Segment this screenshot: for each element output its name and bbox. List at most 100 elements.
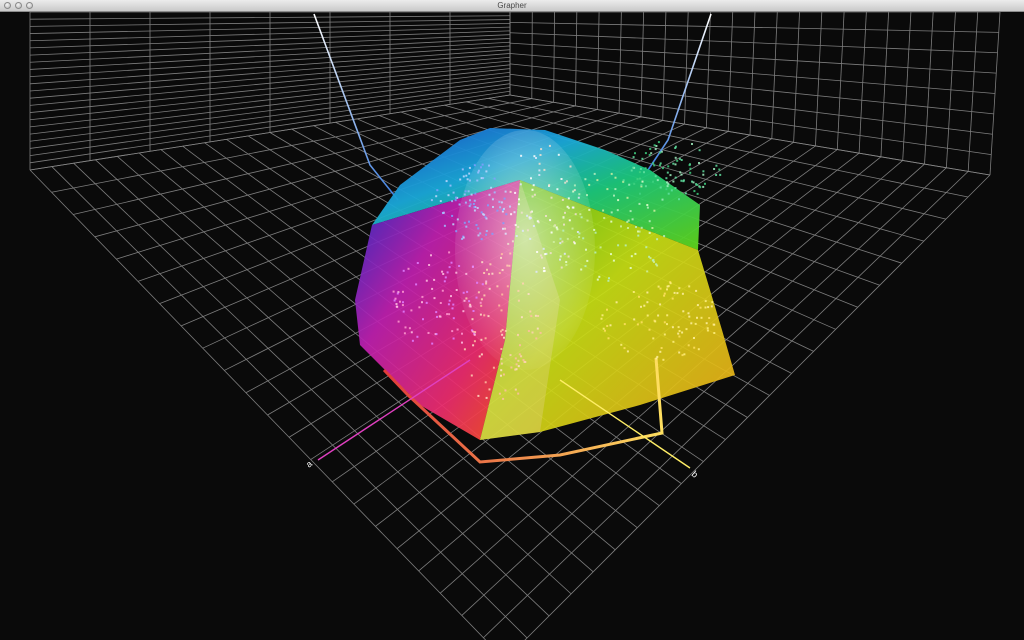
scatter-point [694,322,697,325]
scatter-point [681,292,684,295]
scatter-point [541,256,543,259]
scatter-point [626,196,629,199]
scatter-point [657,314,660,317]
scatter-point [425,301,428,304]
scatter-point [600,317,603,320]
scatter-point [543,269,546,272]
scatter-point [402,310,405,313]
scatter-point [520,154,523,157]
scatter-point [443,280,446,283]
scatter-point [472,203,475,205]
color-gamut-solid[interactable] [355,128,735,440]
scatter-point [488,193,491,196]
grapher-window: Grapher a b [0,0,1024,640]
scatter-point [702,173,705,176]
scatter-point [480,304,483,307]
scatter-point [538,162,541,165]
scatter-point [503,197,506,200]
scatter-point [696,192,699,195]
scatter-point [514,368,517,371]
scatter-point [663,292,666,295]
scatter-point [509,205,511,208]
scatter-point [646,270,649,273]
scatter-point [435,311,438,314]
scatter-point [661,167,664,170]
scatter-point [468,300,471,303]
scatter-point [666,323,668,326]
scatter-point [614,188,617,191]
scatter-point [556,188,559,191]
scatter-point [456,218,459,221]
scatter-point [669,282,672,285]
scatter-point [471,318,474,321]
scatter-point [678,157,681,160]
scatter-point [577,196,580,199]
scatter-point [452,337,455,340]
scatter-point [639,167,642,170]
scatter-point [473,206,476,209]
scatter-point [488,388,491,391]
scatter-point [472,310,475,312]
scatter-point [580,268,583,271]
scatter-point [646,206,649,209]
scatter-point [444,276,447,279]
scatter-point [630,255,633,258]
scatter-point [638,202,641,205]
scatter-point [439,302,442,304]
scatter-point [433,297,436,300]
scatter-point [586,259,589,262]
scatter-point [663,294,666,297]
scatter-point [704,300,707,303]
scatter-point [428,264,431,266]
scatter-point [693,337,695,339]
scatter-point [672,340,675,343]
scatter-point [674,187,677,190]
scatter-point [623,347,626,350]
scatter-point [481,163,484,166]
scatter-point [548,144,551,147]
scatter-point [655,145,658,147]
scatter-point [461,168,464,171]
scatter-point [610,172,613,175]
scatter-point [490,186,493,189]
3d-plot-canvas[interactable]: a b [0,12,1024,640]
scatter-point [565,180,568,183]
scatter-point [677,326,680,329]
scatter-point [517,225,520,228]
scatter-point [637,234,640,237]
scatter-point [451,214,454,217]
scatter-point [527,330,530,332]
scatter-point [680,173,683,176]
scatter-point [473,209,476,212]
scatter-point [565,263,568,266]
scatter-point [666,288,668,291]
scatter-point [585,248,587,251]
scatter-point [479,313,482,316]
scatter-point [451,200,454,203]
scatter-point [510,213,513,216]
scatter-point [696,316,698,319]
scatter-point [517,365,520,368]
scatter-point [488,273,490,276]
scatter-point [485,170,488,173]
scatter-point [511,240,514,243]
scatter-point [517,299,520,302]
scatter-point [477,394,480,397]
scatter-point [446,313,449,316]
plot-svg[interactable]: a b [0,12,1024,640]
scatter-point [452,317,455,320]
scatter-point [599,246,602,249]
scatter-point [607,279,610,282]
scatter-point [691,143,693,145]
scatter-point [699,186,702,189]
scatter-point [695,289,698,292]
scatter-point [689,167,692,170]
scatter-point [626,350,629,353]
scatter-point [614,176,617,179]
scatter-point [529,217,532,219]
scatter-point [666,171,669,174]
title-bar[interactable]: Grapher [0,0,1024,12]
scatter-point [394,297,397,300]
scatter-point [478,355,481,358]
scatter-point [500,201,503,204]
